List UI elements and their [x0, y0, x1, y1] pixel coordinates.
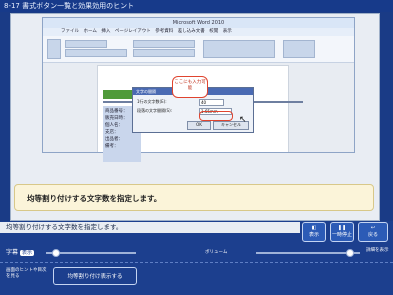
back-icon: ↩	[370, 225, 376, 231]
font-box[interactable]	[65, 40, 107, 48]
callout-bubble: ここにも入力可能	[172, 76, 208, 98]
back-button[interactable]: ↩ 戻る	[358, 222, 388, 242]
divider	[0, 262, 393, 264]
ok-button[interactable]: OK	[187, 121, 211, 130]
editing-icons[interactable]	[283, 40, 315, 58]
pause-button-label: 一時停止	[331, 232, 352, 238]
volume-label: ボリューム	[205, 250, 228, 255]
hint-text: 画面のヒントや目次を見る	[6, 268, 47, 279]
caption-label: 字幕	[6, 249, 19, 256]
display-button[interactable]: ◧ 表示	[302, 222, 326, 242]
row2-label: 段落の文字間隔(S):	[137, 108, 173, 113]
row1-input[interactable]: 40	[199, 99, 224, 106]
ribbon	[43, 36, 354, 63]
paragraph-icons[interactable]	[133, 40, 195, 48]
row1-label: 1行の文字数(E):	[137, 99, 167, 104]
app-title: 8-17 書式ボタン一覧と効果効用のヒント	[0, 0, 393, 12]
nav-button[interactable]: 均等割り付け表示する	[53, 267, 137, 285]
pause-button[interactable]: ❚❚ 一時停止	[330, 222, 354, 242]
highlight-ring	[199, 111, 233, 121]
paste-button[interactable]	[47, 39, 61, 59]
display-button-label: 表示	[308, 232, 319, 238]
doc-line: 出品者：	[105, 137, 123, 142]
caption-toggle[interactable]: 表示	[19, 250, 34, 256]
audio-knob[interactable]	[52, 249, 60, 257]
instruction-bar: 均等割り付けする文字数を指定します。	[14, 184, 374, 211]
detail-label: 詳細を表示	[366, 248, 389, 253]
styles-gallery[interactable]	[203, 40, 275, 58]
volume-knob[interactable]	[346, 249, 354, 257]
subtitle-line: 均等割り付けする文字数を指定します。	[0, 222, 300, 233]
volume-track[interactable]	[256, 252, 360, 254]
doc-line: 備考：	[105, 144, 119, 149]
back-button-label: 戻る	[367, 232, 378, 238]
mouse-cursor-icon: ↖	[239, 115, 247, 125]
display-icon: ◧	[311, 225, 317, 231]
align-icons[interactable]	[133, 49, 195, 57]
font-format-icons[interactable]	[65, 49, 127, 57]
ribbon-tabs[interactable]: ファイル ホーム 挿入 ページレイアウト 参考資料 差し込み文書 校閲 表示	[43, 28, 354, 36]
word-window-title: Microsoft Word 2010	[43, 18, 354, 28]
pause-icon: ❚❚	[337, 225, 347, 231]
